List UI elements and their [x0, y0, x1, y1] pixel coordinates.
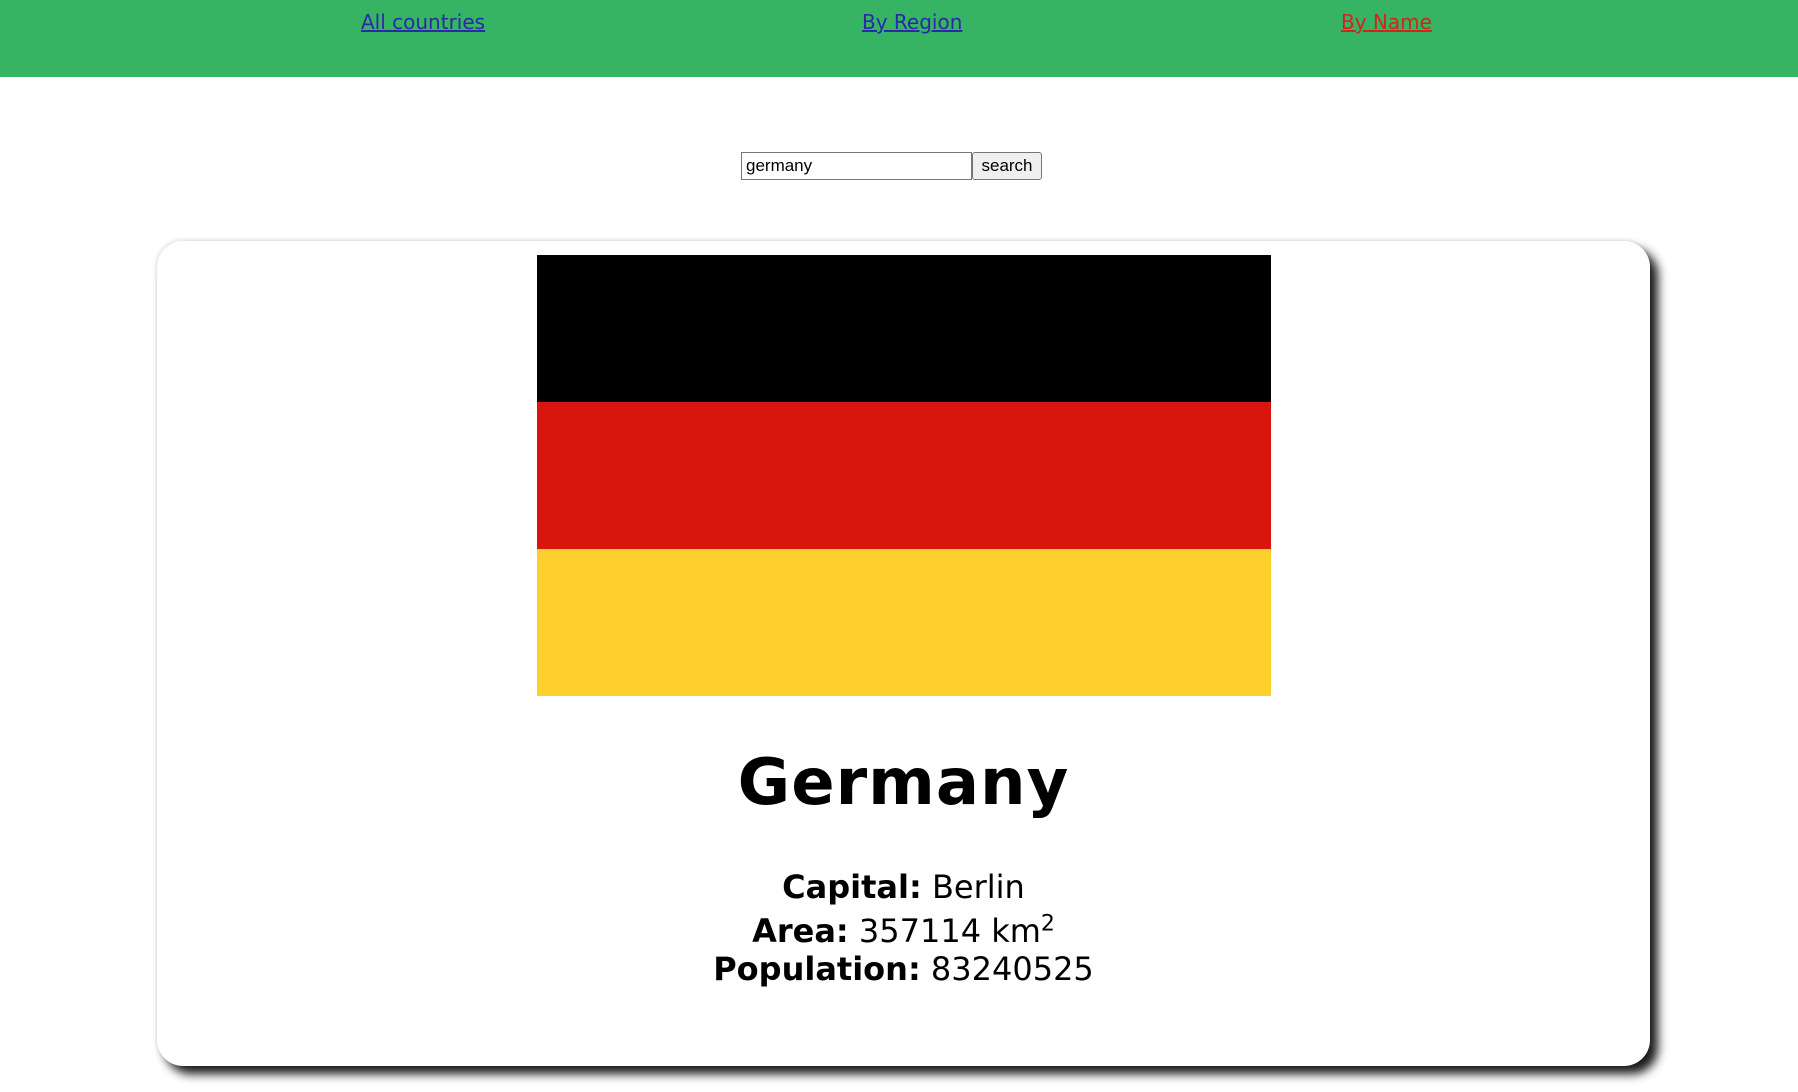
area-superscript: 2 [1040, 911, 1055, 937]
nav-link-all-countries[interactable]: All countries [361, 10, 485, 34]
nav-link-by-region[interactable]: By Region [862, 10, 962, 34]
flag-stripe-gold [537, 549, 1271, 696]
search-button[interactable]: search [972, 152, 1042, 180]
area-value: 357114 km [858, 912, 1041, 950]
country-card: Germany Capital: Berlin Area: 357114 km2… [157, 241, 1650, 1066]
area-label: Area: [752, 912, 849, 950]
top-navigation-bar: All countries By Region By Name [0, 0, 1798, 77]
population-label: Population: [713, 950, 921, 988]
flag-stripe-red [537, 402, 1271, 549]
population-value: 83240525 [930, 950, 1094, 988]
area-line: Area: 357114 km2 [157, 912, 1650, 950]
capital-value: Berlin [931, 868, 1025, 906]
population-line: Population: 83240525 [157, 950, 1650, 988]
capital-label: Capital: [782, 868, 922, 906]
country-flag [537, 255, 1271, 696]
country-name: Germany [737, 746, 1070, 820]
search-form: search [741, 152, 1042, 180]
search-input[interactable] [741, 152, 972, 180]
flag-stripe-black [537, 255, 1271, 402]
nav-link-by-name[interactable]: By Name [1341, 10, 1432, 34]
capital-line: Capital: Berlin [157, 868, 1650, 906]
